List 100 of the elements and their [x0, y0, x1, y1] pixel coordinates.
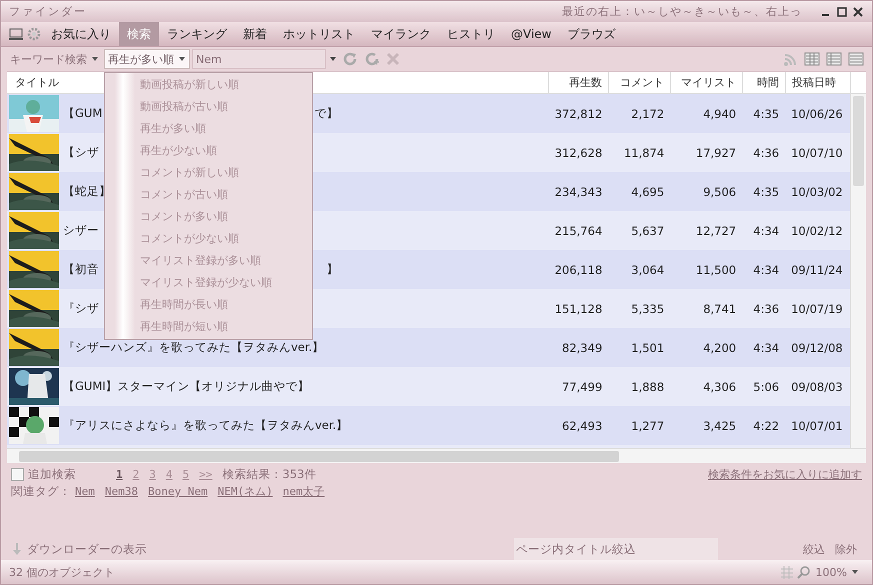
downloader-toggle[interactable]: ダウンローダーの表示: [27, 542, 147, 556]
table-cell-text: 312,628: [554, 146, 604, 160]
page-link[interactable]: 1: [116, 468, 123, 481]
video-title: 【シザ: [63, 145, 99, 160]
tag-link[interactable]: nem太子: [282, 484, 325, 499]
table-cell-text: 62,493: [561, 418, 604, 432]
view-list-icon[interactable]: [804, 52, 820, 66]
table-cell-text: 10/07/19: [790, 302, 844, 316]
favorite-link[interactable]: 検索条件をお気に入りに追加す: [708, 467, 862, 482]
table-cell-text: 4:35: [752, 106, 780, 120]
checkbox[interactable]: [11, 468, 24, 481]
tag-link[interactable]: NEM(ネム): [218, 484, 273, 499]
menu-item[interactable]: 再生が少ない順: [105, 140, 312, 162]
refresh-plus-icon[interactable]: [364, 51, 380, 67]
table-cell-text: 4,695: [630, 184, 666, 198]
table-cell-text: 4,200: [702, 340, 738, 354]
window-title: ファインダー: [9, 4, 88, 19]
menu-item[interactable]: マイリスト登録が少ない順: [105, 272, 312, 294]
download-arrow-icon[interactable]: [11, 542, 23, 556]
menu-item[interactable]: 再生時間が長い順: [105, 294, 312, 316]
page-link[interactable]: 5: [182, 468, 190, 481]
table-cell-text: 10/07/01: [790, 418, 844, 432]
menu-tab[interactable]: お気に入り: [43, 22, 119, 46]
table-cell-text: 09/08/03: [790, 380, 844, 394]
menu-tab[interactable]: 検索: [119, 22, 159, 46]
related-tags-label: 関連タグ：: [11, 484, 71, 499]
view-list-icon[interactable]: [826, 52, 842, 66]
video-title: 【GUMI】スターマイン【オリジナル曲やで】: [63, 379, 310, 394]
tag-link[interactable]: Nem38: [104, 485, 138, 498]
table-cell-text: 17,927: [694, 146, 738, 160]
search-field[interactable]: Nem: [192, 49, 326, 69]
table-cell-text: 215,764: [554, 224, 604, 238]
table-cell-text: 82,349: [561, 340, 604, 354]
table-cell-text: 4:22: [752, 418, 780, 432]
rss-icon[interactable]: [783, 52, 798, 66]
vertical-scrollbar[interactable]: [850, 94, 866, 448]
zoom-dropdown[interactable]: 100%: [810, 564, 864, 580]
column-header[interactable]: 再生数: [549, 72, 609, 93]
page-link[interactable]: 3: [149, 468, 156, 481]
clear-icon[interactable]: [386, 52, 400, 66]
menu-tab[interactable]: マイランク: [363, 22, 439, 46]
window-caption: 最近の右上：い～しや～き～いも～、右上っ: [562, 4, 802, 19]
table-cell-text: 10/06/26: [790, 106, 844, 120]
menu-tab[interactable]: @View: [503, 22, 560, 46]
close-icon[interactable]: [852, 6, 864, 18]
menu-item[interactable]: 再生時間が短い順: [105, 316, 312, 338]
table-cell-text: 3,064: [630, 262, 666, 276]
table-cell-text: 5:06: [752, 380, 780, 394]
menu-item[interactable]: マイリスト登録が多い順: [105, 250, 312, 272]
table-cell-text: 4:34: [752, 340, 780, 354]
table-cell-text: 372,812: [554, 106, 604, 120]
table-cell-text: 10/02/12: [790, 224, 844, 238]
menu-item[interactable]: コメントが多い順: [105, 206, 312, 228]
table-cell-text: 77,499: [561, 380, 604, 394]
menu-tab[interactable]: 新着: [235, 22, 275, 46]
menu-item[interactable]: コメントが新しい順: [105, 162, 312, 184]
table-cell-text: 4,940: [702, 106, 738, 120]
menu-tab[interactable]: ランキング: [159, 22, 235, 46]
table-cell-text: 5,335: [630, 302, 666, 316]
table-cell-text: 10/03/02: [790, 184, 844, 198]
menu-item[interactable]: コメントが少ない順: [105, 228, 312, 250]
table-cell-text: 4:34: [752, 224, 780, 238]
grid-icon[interactable]: [780, 565, 794, 579]
table-cell-text: 234,343: [554, 184, 604, 198]
column-header[interactable]: マイリスト: [671, 72, 743, 93]
checkbox-label[interactable]: 追加検索: [28, 467, 76, 482]
tag-link[interactable]: Boney Nem: [148, 485, 208, 498]
filter-button[interactable]: 絞込: [798, 540, 830, 558]
table-cell-text: 4:36: [752, 302, 780, 316]
column-header[interactable]: コメント: [609, 72, 671, 93]
maximize-icon[interactable]: [836, 6, 848, 18]
table-cell-text: 206,118: [554, 262, 604, 276]
page-link[interactable]: 4: [166, 468, 172, 481]
table-cell-text: 2,172: [630, 106, 666, 120]
menu-item[interactable]: 動画投稿が新しい順: [105, 74, 312, 96]
video-title: 『シザ: [63, 301, 99, 316]
video-title: で】: [314, 106, 338, 121]
page-link[interactable]: >>: [199, 468, 212, 481]
zoom-icon[interactable]: [796, 565, 811, 579]
menu-tab[interactable]: ブラウズ: [559, 22, 624, 46]
sort-dropdown[interactable]: 再生が多い順: [104, 49, 190, 69]
filter-button[interactable]: 除外: [830, 540, 862, 558]
video-title: 【GUM: [63, 106, 102, 121]
column-header[interactable]: 投稿日時: [786, 72, 851, 93]
tag-link[interactable]: Nem: [75, 485, 95, 498]
menu-item[interactable]: 再生が多い順: [105, 118, 312, 140]
view-list-icon[interactable]: [848, 52, 864, 66]
menu-tab[interactable]: ホットリスト: [275, 22, 363, 46]
menu-item[interactable]: 動画投稿が古い順: [105, 96, 312, 118]
table-cell-text: 8,741: [702, 302, 738, 316]
filter-field[interactable]: ページ内タイトル絞込: [514, 538, 718, 560]
horizontal-scrollbar[interactable]: [7, 448, 866, 463]
table-cell-text: 9,506: [702, 184, 738, 198]
page-link[interactable]: 2: [132, 468, 140, 481]
video-title: シザー: [63, 223, 99, 238]
table-cell-text: 1,277: [630, 418, 666, 432]
video-title: 【初音: [63, 262, 99, 277]
search-mode-dropdown[interactable]: キーワード検索: [7, 50, 102, 68]
menu-tab[interactable]: ヒストリ: [439, 22, 503, 46]
column-header[interactable]: 時間: [743, 72, 786, 93]
